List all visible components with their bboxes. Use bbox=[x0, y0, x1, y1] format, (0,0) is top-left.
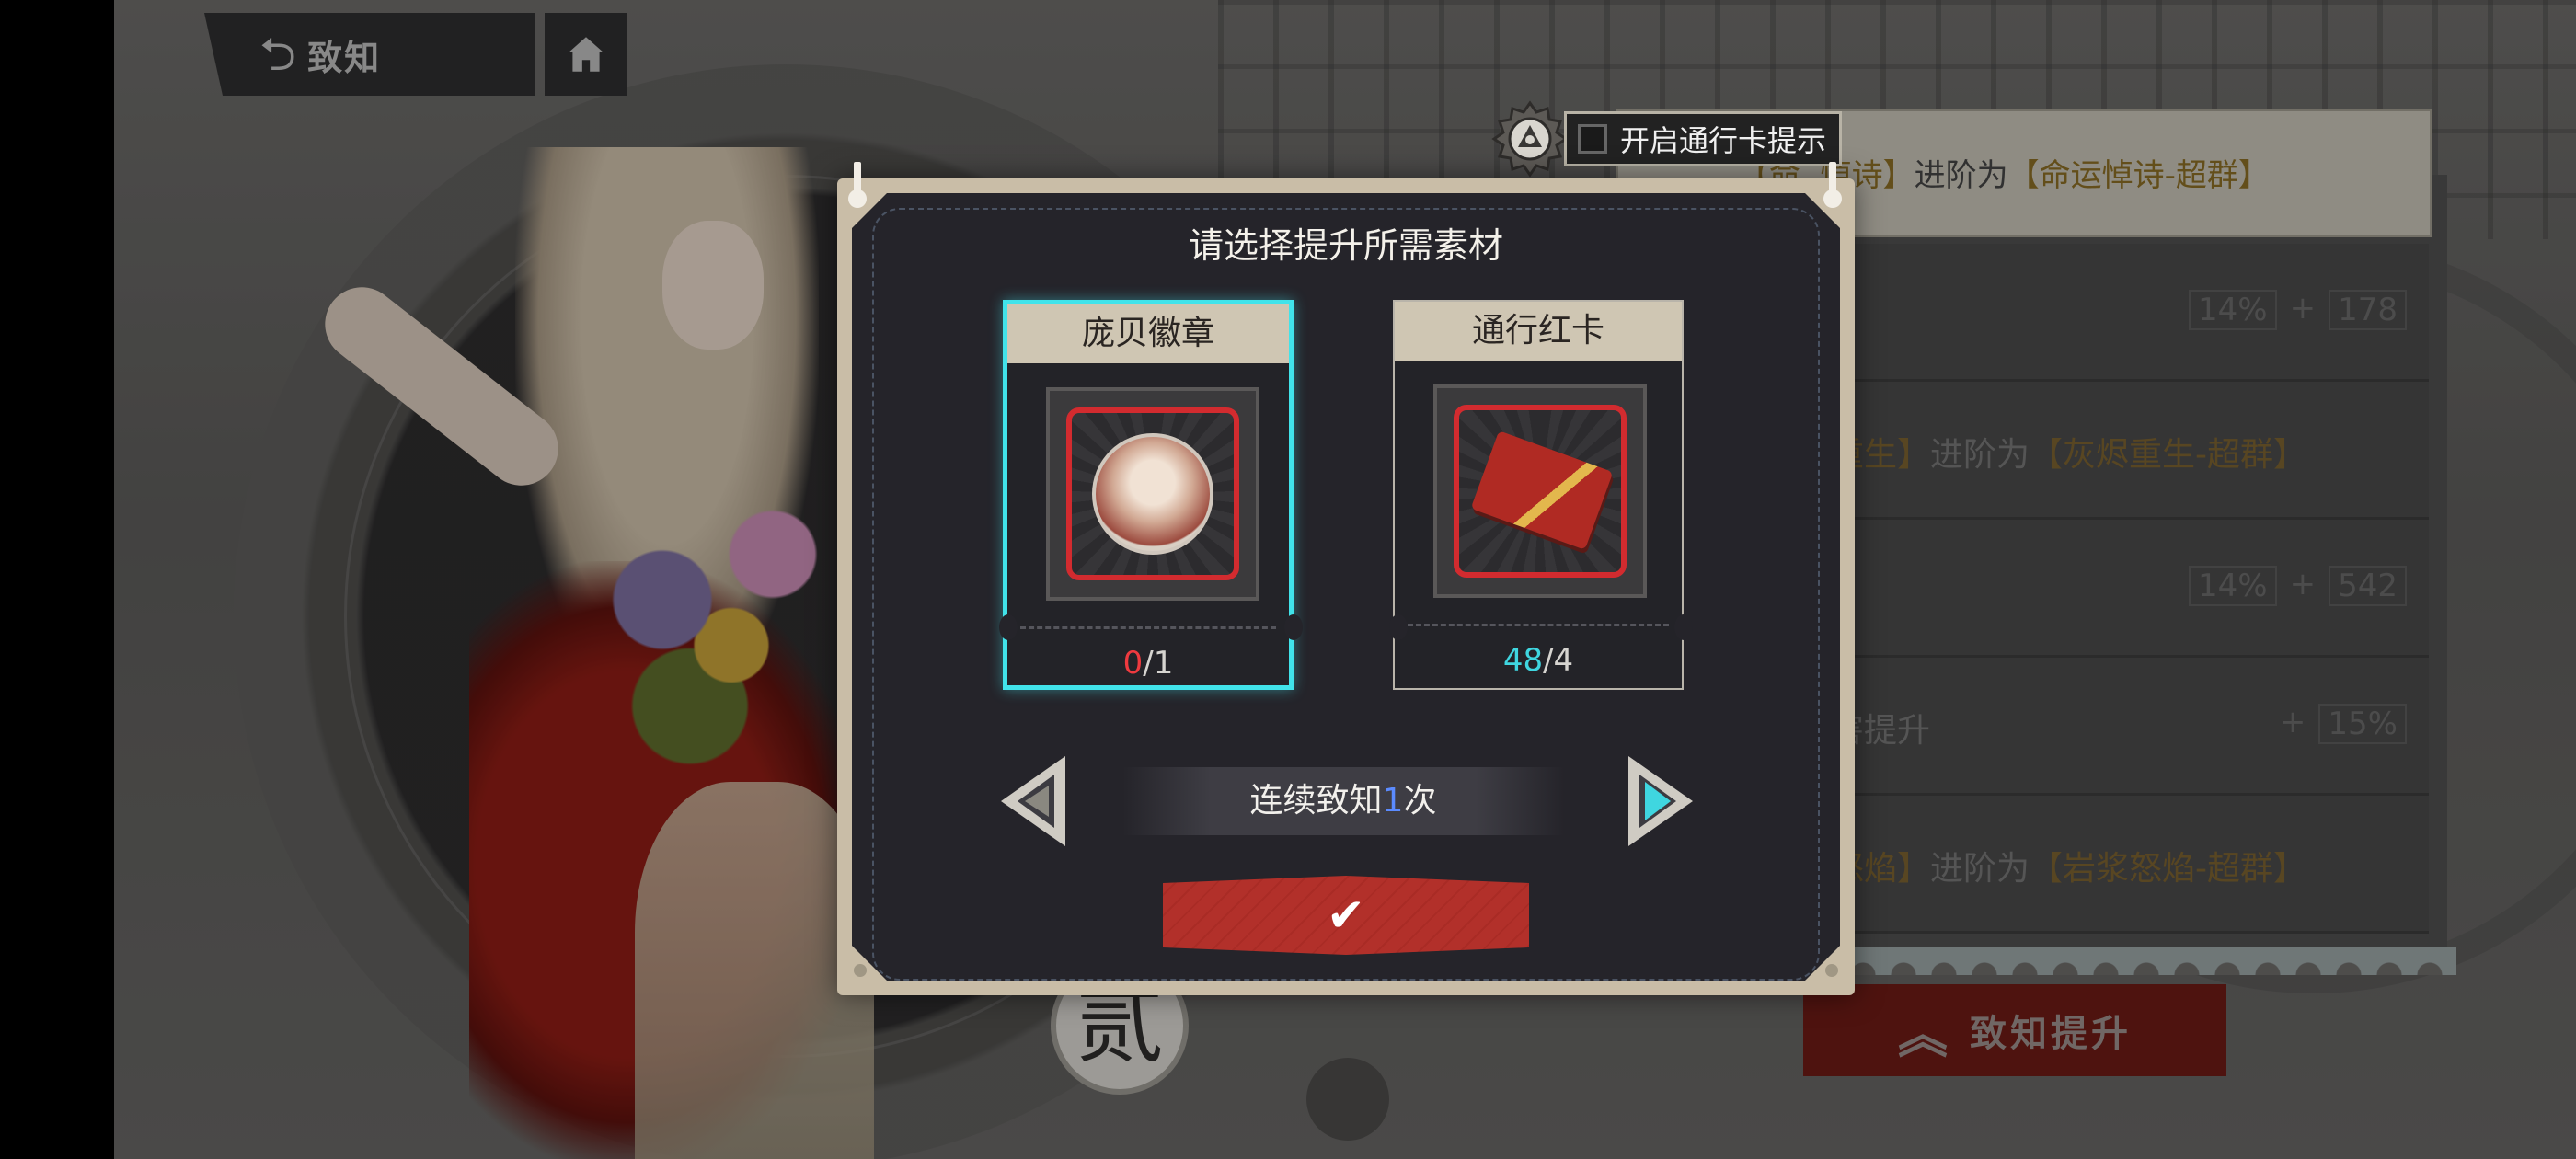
pass-hint-toggle[interactable]: 开启通行卡提示 bbox=[1490, 99, 1843, 178]
increase-count-button[interactable] bbox=[1627, 754, 1696, 848]
material-name: 庞贝徽章 bbox=[1007, 304, 1289, 363]
material-dialog bbox=[852, 193, 1840, 981]
decrease-count-button[interactable] bbox=[997, 754, 1067, 848]
dialog-title: 请选择提升所需素材 bbox=[1188, 225, 1503, 266]
material-slot bbox=[1433, 384, 1647, 598]
material-name: 通行红卡 bbox=[1395, 302, 1682, 361]
material-count: 0/1 bbox=[1122, 645, 1174, 682]
gear-icon bbox=[1491, 100, 1569, 178]
material-card-red-pass[interactable]: 通行红卡 48/4 bbox=[1393, 300, 1684, 690]
frame-pin bbox=[1823, 162, 1842, 208]
pass-hint-label: 开启通行卡提示 bbox=[1620, 123, 1827, 158]
pass-hint-checkbox[interactable] bbox=[1578, 124, 1607, 154]
material-card-pompeii-badge[interactable]: 庞贝徽章 0/1 bbox=[1003, 300, 1294, 690]
material-count: 48/4 bbox=[1502, 642, 1574, 679]
corner-rivet bbox=[1825, 964, 1838, 977]
card-notch bbox=[1389, 614, 1408, 640]
count-selector-label: 连续致知1次 bbox=[1249, 782, 1437, 820]
left-arrow-icon bbox=[1001, 756, 1065, 846]
card-notch bbox=[1284, 614, 1303, 640]
material-slot bbox=[1046, 387, 1259, 601]
checkmark-icon: ✔ bbox=[1327, 889, 1365, 942]
right-arrow-icon bbox=[1628, 756, 1693, 846]
frame-pin bbox=[848, 162, 867, 208]
confirm-button[interactable]: ✔ bbox=[1163, 876, 1529, 955]
pompeii-badge-icon bbox=[1092, 433, 1213, 555]
red-pass-card-icon bbox=[1470, 430, 1614, 550]
card-notch bbox=[1674, 614, 1693, 640]
count-value: 1 bbox=[1382, 782, 1404, 820]
corner-rivet bbox=[854, 964, 867, 977]
card-notch bbox=[999, 614, 1018, 640]
pass-hint-box: 开启通行卡提示 bbox=[1564, 111, 1843, 166]
